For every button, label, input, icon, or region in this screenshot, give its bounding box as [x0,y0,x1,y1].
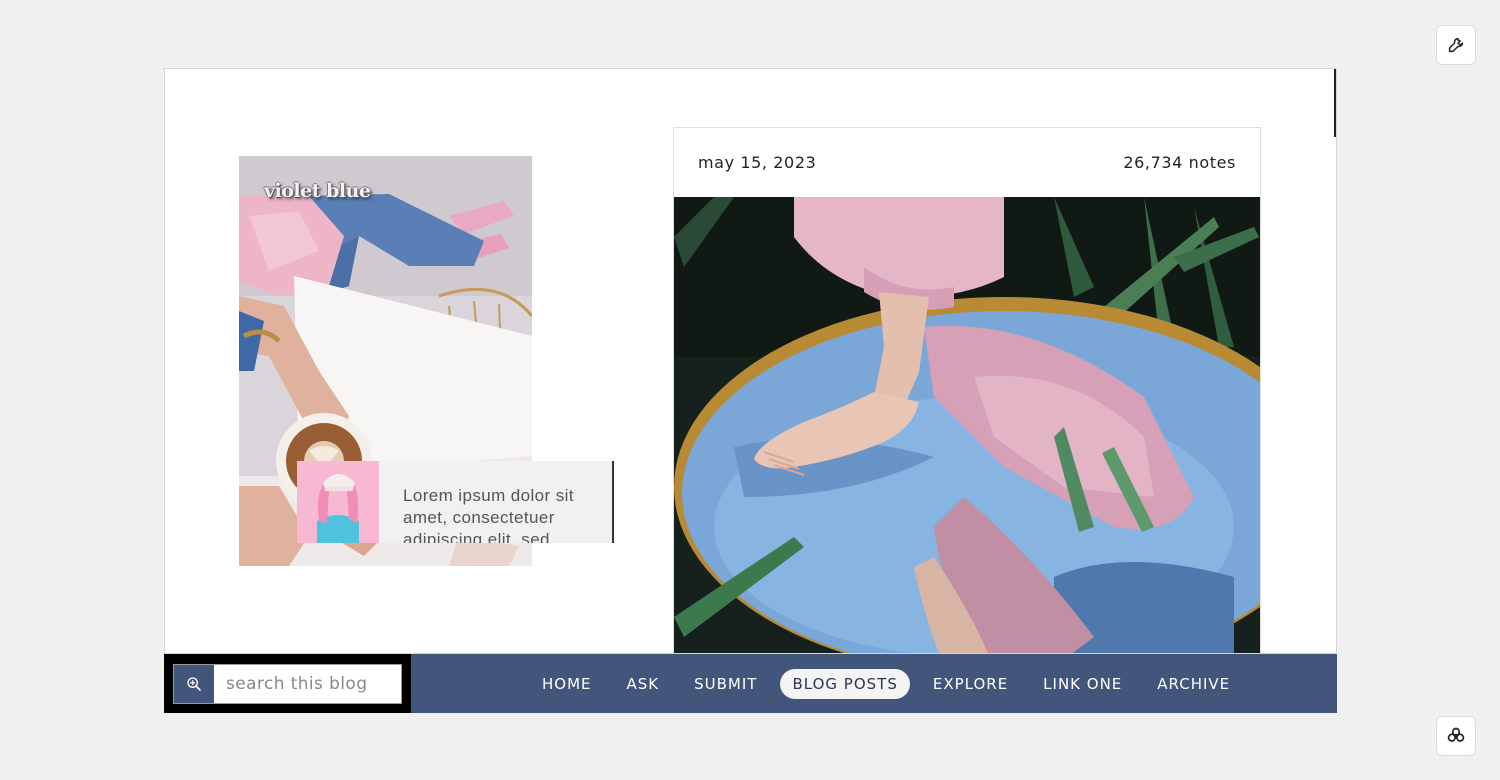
avatar[interactable] [297,461,379,543]
nav-home[interactable]: HOME [530,669,604,699]
blog-frame: violet blue Lorem ipsum dolor sit amet, … [164,68,1337,654]
customize-button[interactable] [1436,25,1476,65]
frame-scrollbar[interactable] [1334,69,1336,137]
post-photo [674,197,1260,653]
bottom-nav-bar: HOME ASK SUBMIT BLOG POSTS EXPLORE LINK … [164,654,1337,713]
search-field [173,664,413,704]
post-image [674,197,1260,653]
post-notes[interactable]: 26,734 notes [1123,153,1236,172]
flower-icon [1447,727,1465,742]
nav-link-one[interactable]: LINK ONE [1031,669,1134,699]
search-button[interactable] [174,665,214,703]
about-text: Lorem ipsum dolor sit amet, consectetuer… [403,486,574,543]
post-card: may 15, 2023 26,734 notes [673,127,1261,653]
blog-title[interactable]: violet blue [264,180,371,202]
search-input[interactable] [214,665,413,703]
wrench-icon [1448,37,1464,53]
nav-explore[interactable]: EXPLORE [921,669,1020,699]
post-header: may 15, 2023 26,734 notes [674,128,1260,198]
nav-blog-posts[interactable]: BLOG POSTS [780,668,910,699]
zoom-in-icon [187,677,201,691]
nav-archive[interactable]: ARCHIVE [1145,669,1242,699]
nav-ask[interactable]: ASK [615,669,672,699]
post-date[interactable]: may 15, 2023 [698,153,816,172]
nav-links: HOME ASK SUBMIT BLOG POSTS EXPLORE LINK … [530,654,1253,713]
nav-submit[interactable]: SUBMIT [682,669,769,699]
dashboard-button[interactable] [1436,716,1476,756]
search-box [164,654,413,713]
about-card: Lorem ipsum dolor sit amet, consectetuer… [297,461,614,543]
